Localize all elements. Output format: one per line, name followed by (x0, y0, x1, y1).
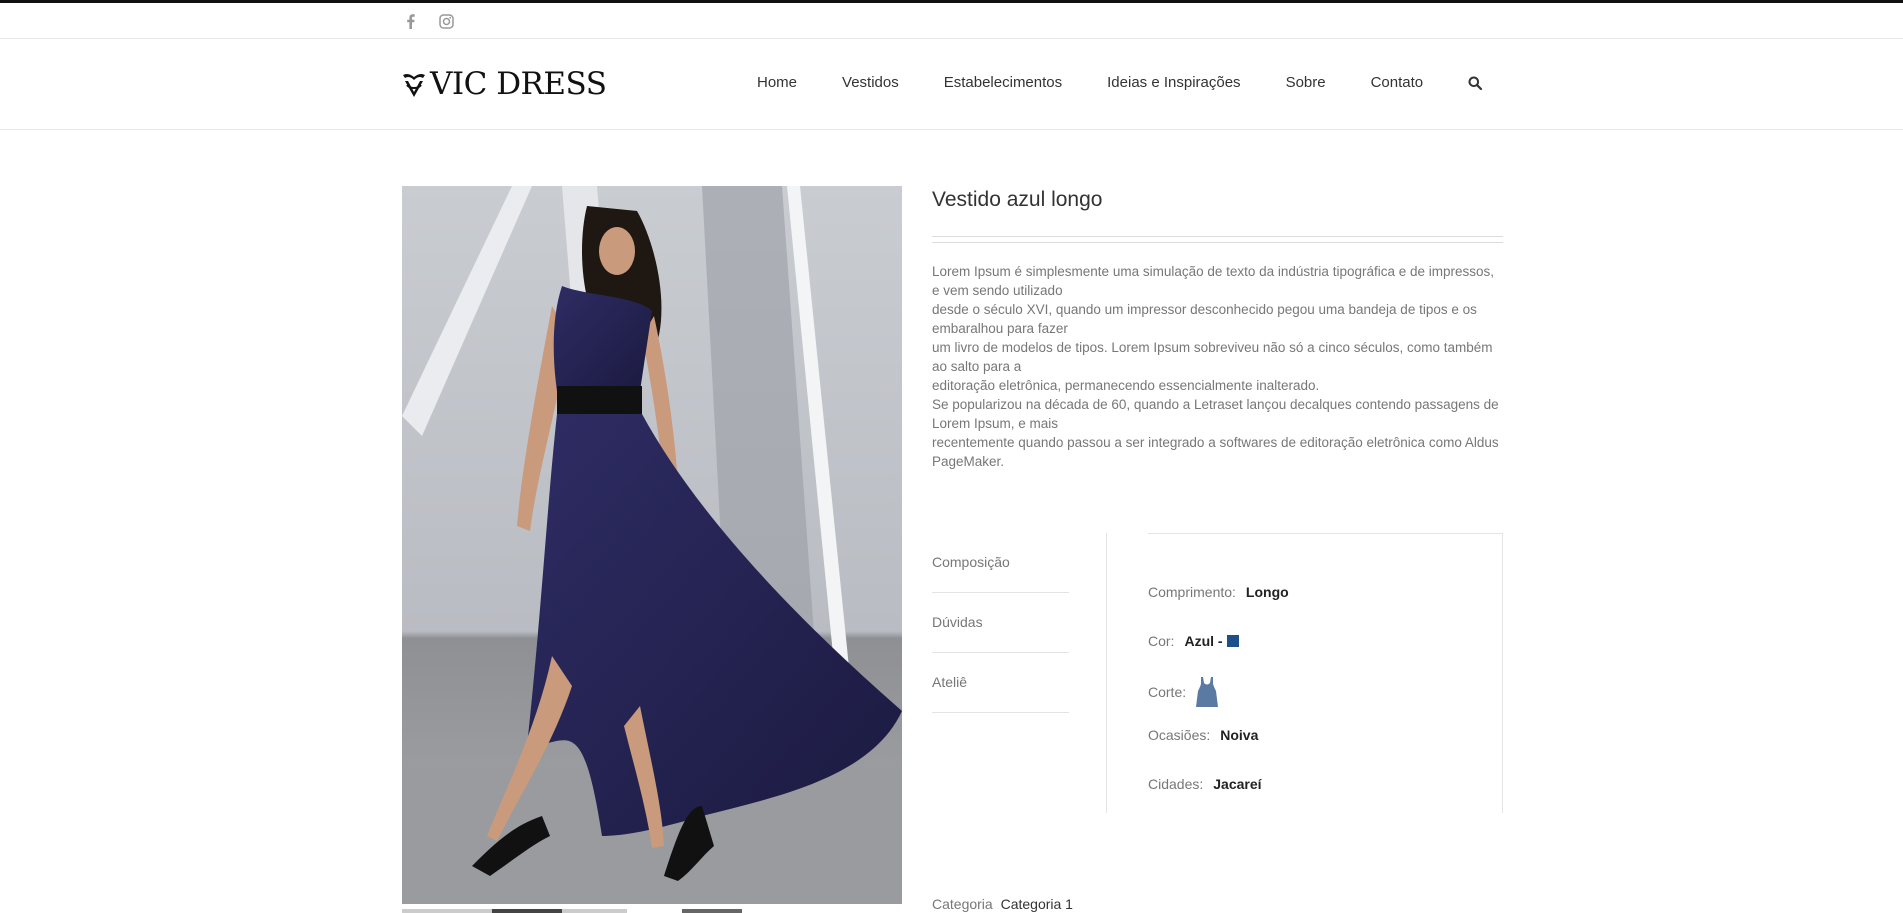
tab-duvidas[interactable]: Dúvidas (932, 593, 1069, 653)
attr-value: Noiva (1220, 727, 1259, 743)
product-category: Categoria Categoria 1 (932, 896, 1073, 912)
nav-estabelecimentos[interactable]: Estabelecimentos (944, 74, 1062, 91)
description-line: um livro de modelos de tipos. Lorem Ipsu… (932, 340, 1493, 374)
attr-label: Corte: (1148, 684, 1187, 700)
attr-cor: Cor: Azul - (1148, 633, 1239, 649)
attr-value: Longo (1245, 584, 1289, 600)
attributes-panel: Comprimento: Longo Cor: Azul - Corte: Oc… (1148, 533, 1503, 813)
attr-value: Azul - (1184, 633, 1223, 649)
attr-ocasioes: Ocasiões: Noiva (1148, 727, 1258, 743)
dress-cut-icon (1195, 676, 1219, 708)
facebook-icon[interactable] (402, 13, 418, 29)
site-header: VIC DRESS Home Vestidos Estabelecimentos… (0, 39, 1903, 130)
category-label: Categoria (932, 896, 993, 912)
description-line: recentemente quando passou a ser integra… (932, 435, 1499, 469)
category-link[interactable]: Categoria 1 (1001, 896, 1073, 912)
attr-label: Cidades: (1148, 776, 1204, 792)
attr-comprimento: Comprimento: Longo (1148, 584, 1289, 600)
main-nav: Home Vestidos Estabelecimentos Ideias e … (757, 74, 1483, 91)
attr-value: Jacareí (1213, 776, 1262, 792)
nav-sobre[interactable]: Sobre (1286, 74, 1326, 91)
nav-contato[interactable]: Contato (1371, 74, 1424, 91)
logo[interactable]: VIC DRESS (402, 66, 607, 102)
thumbnail-strip[interactable] (402, 909, 902, 913)
nav-vestidos[interactable]: Vestidos (842, 74, 899, 91)
product-description: Lorem Ipsum é simplesmente uma simulação… (932, 262, 1503, 471)
product-photo (402, 186, 902, 904)
attr-corte: Corte: (1148, 676, 1219, 708)
product-title: Vestido azul longo (932, 188, 1103, 211)
attr-label: Ocasiões: (1148, 727, 1211, 743)
tab-atelie[interactable]: Ateliê (932, 653, 1069, 713)
attr-label: Cor: (1148, 633, 1175, 649)
top-bar (0, 0, 1903, 39)
product-image[interactable] (402, 186, 902, 904)
title-divider (932, 236, 1503, 243)
logo-text: VIC DRESS (430, 66, 607, 102)
search-icon[interactable] (1468, 76, 1483, 90)
description-line: Se popularizou na década de 60, quando a… (932, 397, 1499, 431)
product-info: Vestido azul longo Lorem Ipsum é simples… (932, 186, 1503, 471)
nav-home[interactable]: Home (757, 74, 797, 91)
tab-composicao[interactable]: Composição (932, 533, 1069, 593)
nav-ideias-inspiracoes[interactable]: Ideias e Inspirações (1107, 74, 1240, 91)
description-line: editoração eletrônica, permanecendo esse… (932, 378, 1320, 393)
product-tabs: Composição Dúvidas Ateliê (932, 533, 1107, 813)
social-links (402, 13, 454, 29)
attr-cidades: Cidades: Jacareí (1148, 776, 1262, 792)
description-line: desde o século XVI, quando um impressor … (932, 302, 1477, 336)
attr-label: Comprimento: (1148, 584, 1236, 600)
logo-mark-icon (403, 73, 425, 97)
description-line: Lorem Ipsum é simplesmente uma simulação… (932, 264, 1495, 298)
color-swatch (1226, 635, 1239, 647)
instagram-icon[interactable] (438, 13, 454, 29)
